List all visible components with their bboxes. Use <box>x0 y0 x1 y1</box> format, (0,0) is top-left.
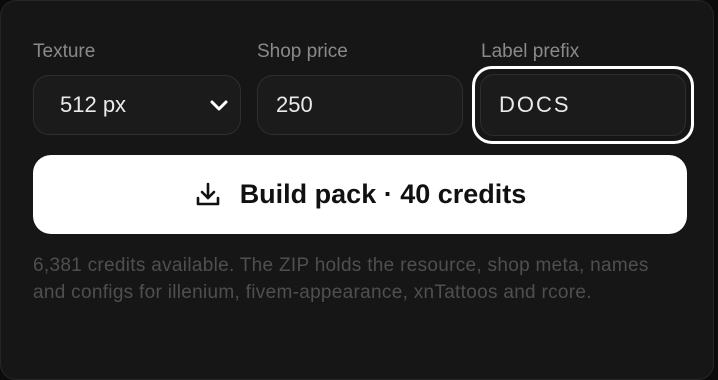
label-prefix-value: DOCS <box>499 92 571 117</box>
shop-price-value: 250 <box>276 92 313 117</box>
texture-field: Texture 512 px <box>33 41 241 135</box>
label-prefix-label: Label prefix <box>481 41 580 62</box>
label-prefix-focus-ring: DOCS <box>472 66 694 144</box>
label-prefix-input[interactable]: DOCS <box>480 74 686 136</box>
build-pack-panel: Texture 512 px Shop price 250 Label pref… <box>0 0 714 380</box>
download-icon <box>194 181 222 209</box>
texture-select[interactable]: 512 px <box>33 75 241 135</box>
texture-value: 512 px <box>60 92 127 117</box>
build-pack-button[interactable]: Build pack · 40 credits <box>33 155 687 234</box>
shop-price-field: Shop price 250 <box>257 41 463 135</box>
label-prefix-field: Label prefix DOCS <box>472 41 694 144</box>
shop-price-input[interactable]: 250 <box>257 75 463 135</box>
shop-price-label: Shop price <box>257 41 348 62</box>
chevron-down-icon <box>208 94 230 116</box>
build-pack-label: Build pack · 40 credits <box>239 179 527 209</box>
texture-label: Texture <box>33 41 96 62</box>
credits-info-text: 6,381 credits available. The ZIP holds t… <box>33 255 649 303</box>
